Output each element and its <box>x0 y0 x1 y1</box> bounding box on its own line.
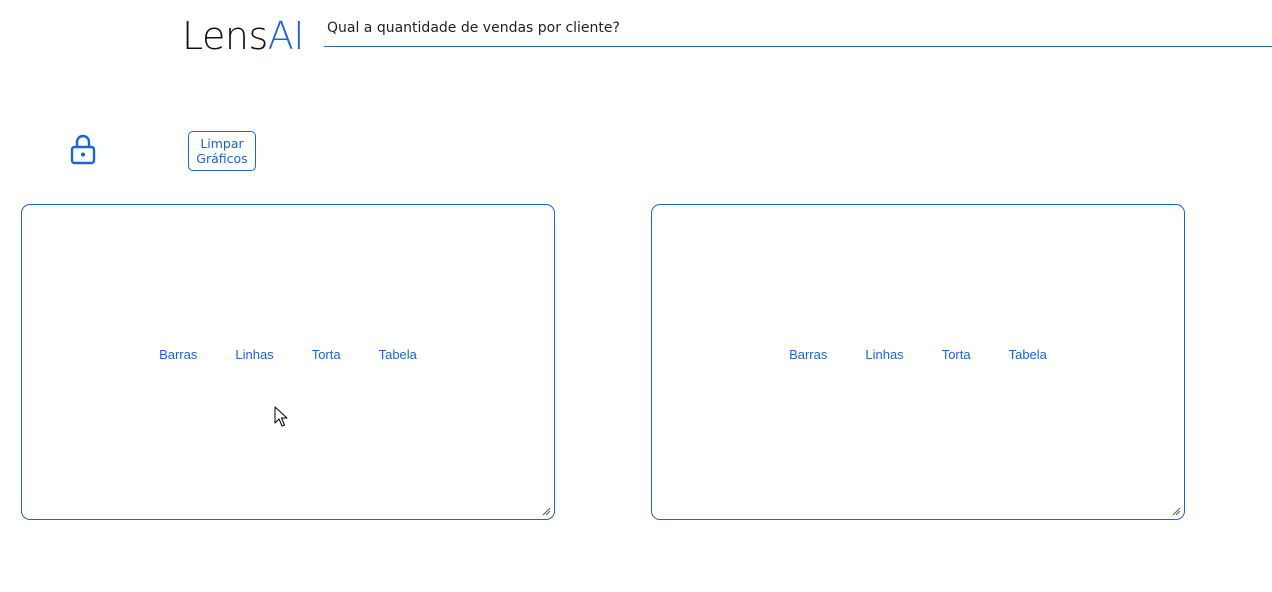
clear-charts-label-line1: Limpar <box>200 136 244 151</box>
table-option[interactable]: Tabela <box>1009 347 1047 362</box>
resize-handle-icon[interactable] <box>542 507 551 516</box>
logo-accent-text: AI <box>267 14 305 58</box>
pie-chart-option[interactable]: Torta <box>942 347 971 362</box>
logo-text: Lens <box>182 14 268 58</box>
query-bar <box>324 14 1272 47</box>
clear-charts-label-line2: Gráficos <box>196 151 248 166</box>
resize-handle-icon[interactable] <box>1172 507 1181 516</box>
clear-charts-button[interactable]: Limpar Gráficos <box>188 131 256 171</box>
chart-type-options: Barras Linhas Torta Tabela <box>22 347 554 362</box>
app-logo: LensAI <box>182 14 304 58</box>
line-chart-option[interactable]: Linhas <box>235 347 273 362</box>
chart-panel-2[interactable]: Barras Linhas Torta Tabela <box>651 204 1185 520</box>
query-input[interactable] <box>324 14 1272 42</box>
chart-type-options: Barras Linhas Torta Tabela <box>652 347 1184 362</box>
chart-panel-1[interactable]: Barras Linhas Torta Tabela <box>21 204 555 520</box>
bar-chart-option[interactable]: Barras <box>159 347 197 362</box>
bar-chart-option[interactable]: Barras <box>789 347 827 362</box>
pie-chart-option[interactable]: Torta <box>312 347 341 362</box>
line-chart-option[interactable]: Linhas <box>865 347 903 362</box>
table-option[interactable]: Tabela <box>379 347 417 362</box>
mouse-cursor-icon <box>274 406 288 427</box>
lock-icon[interactable] <box>69 133 97 165</box>
